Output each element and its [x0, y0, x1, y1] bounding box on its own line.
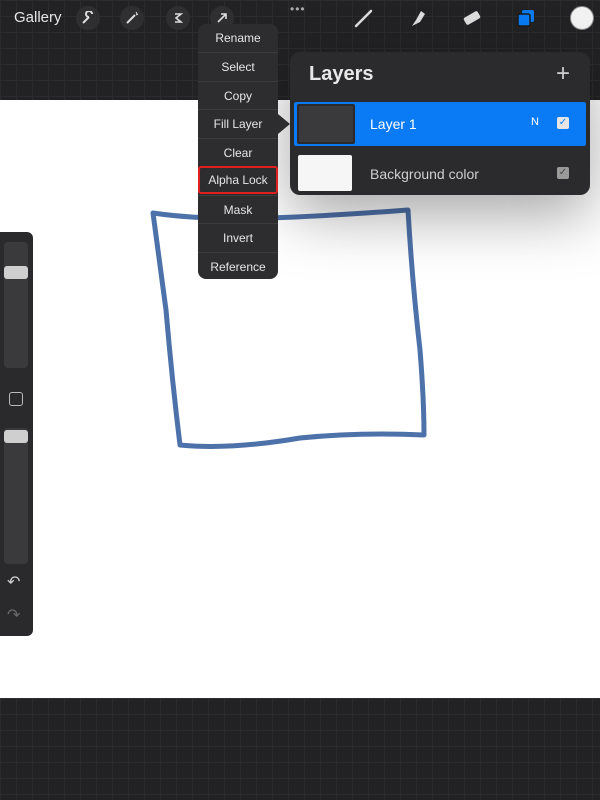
layers-panel: Layers + Layer 1 N ✓ Background color ✓: [290, 52, 590, 195]
layer-options-menu: Rename Select Copy Fill Layer Clear Alph…: [198, 24, 278, 279]
menu-item-alpha-lock[interactable]: Alpha Lock: [198, 166, 278, 194]
visibility-checkbox[interactable]: ✓: [557, 117, 569, 129]
menu-pointer: [278, 114, 290, 134]
more-dots-icon[interactable]: •••: [290, 2, 306, 16]
undo-icon[interactable]: ↶: [7, 572, 20, 592]
add-layer-button[interactable]: +: [556, 60, 570, 88]
layer-thumbnail: [297, 104, 355, 144]
visibility-checkbox[interactable]: ✓: [557, 167, 569, 179]
top-toolbar: Gallery •••: [0, 0, 600, 36]
brush-icon[interactable]: [352, 6, 376, 30]
brush-size-thumb[interactable]: [4, 265, 28, 279]
layer-row-background-color[interactable]: Background color ✓: [294, 152, 586, 196]
gallery-button[interactable]: Gallery: [14, 9, 62, 26]
wrench-icon[interactable]: [76, 6, 100, 30]
layers-icon[interactable]: [514, 6, 538, 30]
layers-title: Layers: [309, 63, 374, 85]
opacity-thumb[interactable]: [4, 430, 28, 443]
blend-mode-button[interactable]: N: [531, 116, 539, 128]
layer-name: Layer 1: [370, 116, 417, 132]
layer-name: Background color: [370, 166, 479, 182]
color-icon[interactable]: [570, 6, 594, 30]
layer-row-layer-1[interactable]: Layer 1 N ✓: [294, 102, 586, 146]
layer-thumbnail: [298, 155, 352, 191]
menu-item-select[interactable]: Select: [198, 52, 278, 80]
brush-size-slider[interactable]: [4, 242, 28, 368]
menu-item-copy[interactable]: Copy: [198, 81, 278, 109]
opacity-slider[interactable]: [4, 428, 28, 564]
magic-wand-icon[interactable]: [120, 6, 144, 30]
menu-item-fill-layer[interactable]: Fill Layer: [198, 109, 278, 137]
menu-item-rename[interactable]: Rename: [198, 24, 278, 52]
smudge-icon[interactable]: [406, 6, 430, 30]
menu-item-reference[interactable]: Reference: [198, 252, 278, 280]
left-sidebar: ↶ ↷: [0, 232, 33, 636]
eraser-icon[interactable]: [460, 6, 484, 30]
redo-icon[interactable]: ↷: [7, 605, 20, 625]
selection-icon[interactable]: [166, 6, 190, 30]
modify-button[interactable]: [9, 392, 23, 406]
menu-item-mask[interactable]: Mask: [198, 195, 278, 223]
menu-item-clear[interactable]: Clear: [198, 138, 278, 166]
menu-item-invert[interactable]: Invert: [198, 223, 278, 251]
bottom-background: [0, 698, 600, 800]
